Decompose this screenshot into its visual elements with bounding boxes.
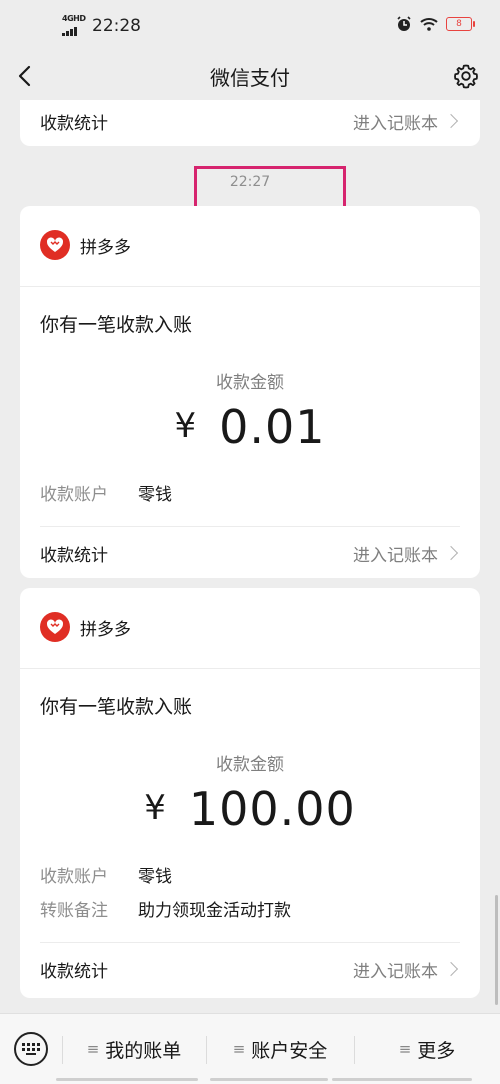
menu-lines-icon: ≡	[86, 1040, 100, 1058]
stats-row[interactable]: 收款统计 进入记账本	[40, 944, 460, 994]
stats-row[interactable]: 收款统计 进入记账本	[40, 100, 460, 146]
divider	[20, 286, 480, 287]
message-card: 拼多多 你有一笔收款入账 收款金额 ¥0.01 收款账户 零钱 收款统计 进入记…	[20, 206, 480, 578]
menu-more[interactable]: ≡ 更多	[354, 1014, 500, 1084]
home-indicator	[56, 1078, 198, 1081]
divider	[40, 526, 460, 527]
remark-value: 助力领现金活动打款	[138, 901, 291, 921]
divider	[20, 668, 480, 669]
stats-row[interactable]: 收款统计 进入记账本	[40, 528, 460, 578]
home-indicator	[210, 1078, 328, 1081]
account-value: 零钱	[138, 485, 172, 505]
battery-level: 8	[456, 19, 462, 29]
amount-value: ¥100.00	[20, 782, 480, 836]
menu-lines-icon: ≡	[232, 1040, 246, 1058]
account-row: 收款账户 零钱	[40, 480, 172, 505]
title-bar: 微信支付	[0, 52, 500, 100]
amount-number: 100.00	[188, 782, 356, 836]
wifi-icon	[420, 18, 438, 31]
stats-label: 收款统计	[40, 113, 108, 134]
chevron-right-icon	[443, 545, 459, 561]
menu-label: 账户安全	[251, 1039, 328, 1062]
message-card: 拼多多 你有一笔收款入账 收款金额 ¥100.00 收款账户 零钱 转账备注 助…	[20, 588, 480, 998]
menu-label: 我的账单	[105, 1039, 182, 1062]
pinduoduo-logo-icon	[40, 612, 70, 642]
amount-label: 收款金额	[216, 373, 284, 393]
stats-label: 收款统计	[40, 961, 108, 982]
notice-title: 你有一笔收款入账	[40, 314, 193, 336]
merchant-header[interactable]: 拼多多	[40, 230, 131, 260]
merchant-header[interactable]: 拼多多	[40, 612, 131, 642]
menu-my-bills[interactable]: ≡ 我的账单	[62, 1014, 206, 1084]
bottom-menu-bar: ≡ 我的账单 ≡ 账户安全 ≡ 更多	[0, 1013, 500, 1084]
amount-value: ¥0.01	[20, 400, 480, 454]
account-label: 收款账户	[40, 867, 108, 887]
signal-icon: 4GHD	[62, 14, 86, 36]
merchant-name: 拼多多	[80, 237, 131, 258]
menu-label: 更多	[417, 1039, 456, 1062]
ledger-link[interactable]: 进入记账本	[353, 541, 438, 566]
status-bar: 4GHD 22:28 8	[0, 0, 500, 52]
message-card-partial: 收款统计 进入记账本	[20, 100, 480, 146]
remark-row: 转账备注 助力领现金活动打款	[40, 896, 291, 921]
pinduoduo-logo-icon	[40, 230, 70, 260]
message-list[interactable]: 收款统计 进入记账本 22:27 拼多多 你有一笔收款入账 收款金额 ¥0.01…	[0, 100, 500, 1013]
chevron-right-icon	[443, 961, 459, 977]
account-row: 收款账户 零钱	[40, 862, 172, 887]
amount-number: 0.01	[219, 400, 326, 454]
scrollbar[interactable]	[495, 895, 498, 1005]
account-label: 收款账户	[40, 485, 108, 505]
stats-label: 收款统计	[40, 545, 108, 566]
menu-lines-icon: ≡	[398, 1040, 412, 1058]
alarm-icon	[397, 16, 411, 31]
chevron-right-icon	[443, 113, 459, 129]
notice-title: 你有一笔收款入账	[40, 696, 193, 718]
battery-icon: 8	[446, 17, 475, 31]
status-time: 22:28	[92, 16, 141, 36]
network-type: 4GHD	[62, 14, 86, 23]
gear-icon[interactable]	[452, 62, 480, 90]
amount-label: 收款金额	[216, 755, 284, 775]
keyboard-icon[interactable]	[14, 1032, 48, 1066]
divider	[40, 942, 460, 943]
account-value: 零钱	[138, 867, 172, 887]
currency-symbol: ¥	[144, 788, 167, 828]
remark-label: 转账备注	[40, 901, 108, 921]
page-title: 微信支付	[210, 66, 290, 90]
merchant-name: 拼多多	[80, 619, 131, 640]
menu-account-security[interactable]: ≡ 账户安全	[206, 1014, 354, 1084]
ledger-link[interactable]: 进入记账本	[353, 957, 438, 982]
ledger-link[interactable]: 进入记账本	[353, 109, 438, 134]
currency-symbol: ¥	[174, 406, 198, 446]
home-indicator	[332, 1078, 472, 1081]
